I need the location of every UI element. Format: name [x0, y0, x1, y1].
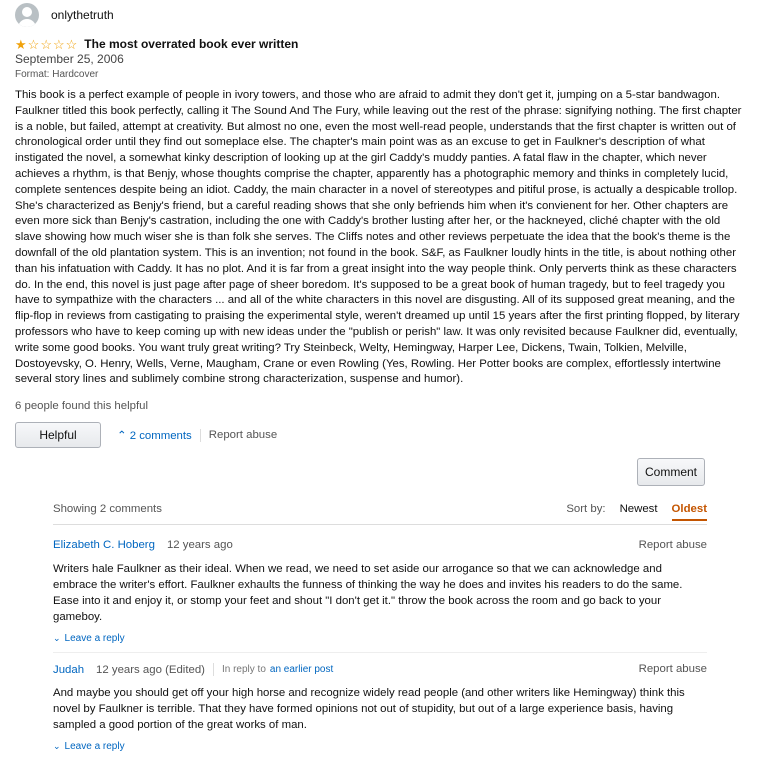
star-empty-icon: ☆: [27, 36, 40, 52]
leave-reply-label: Leave a reply: [64, 633, 125, 644]
chevron-down-icon: ⌄: [53, 741, 61, 751]
comment-text: Writers hale Faulkner as their ideal. Wh…: [53, 563, 683, 623]
comments-header: Showing 2 comments Sort by: Newest Oldes…: [53, 496, 707, 525]
review-date: September 25, 2006: [15, 52, 124, 66]
review-actions: ⌃ 2 comments Report abuse: [117, 428, 277, 442]
comment-author[interactable]: Elizabeth C. Hoberg: [53, 539, 155, 551]
review-format: Format: Hardcover: [15, 69, 99, 80]
sort-newest[interactable]: Newest: [620, 503, 658, 521]
comment-item: Elizabeth C. Hoberg 12 years ago Report …: [53, 525, 707, 653]
in-reply-label: In reply to: [221, 664, 266, 675]
sort-control: Sort by: Newest Oldest: [566, 503, 707, 521]
leave-reply-link[interactable]: ⌄ Leave a reply: [53, 741, 707, 752]
review-title[interactable]: The most overrated book ever written: [84, 37, 298, 51]
comment-meta: Elizabeth C. Hoberg 12 years ago Report …: [53, 535, 707, 555]
chevron-up-icon: ⌃: [117, 430, 127, 442]
star-rating[interactable]: ★ ☆ ☆ ☆ ☆: [15, 38, 78, 51]
review-author[interactable]: onlythetruth: [15, 2, 114, 28]
report-abuse-link[interactable]: Report abuse: [209, 429, 277, 441]
comments-section: Showing 2 comments Sort by: Newest Oldes…: [53, 496, 707, 760]
report-abuse-link[interactable]: Report abuse: [639, 539, 707, 551]
comment-meta: Judah 12 years ago (Edited) In reply to …: [53, 659, 707, 679]
chevron-down-icon: ⌄: [53, 633, 61, 643]
leave-reply-label: Leave a reply: [64, 741, 125, 752]
comments-count: Showing 2 comments: [53, 503, 162, 515]
star-empty-icon: ☆: [65, 36, 78, 52]
comment-time: 12 years ago: [166, 539, 233, 551]
divider: [199, 428, 201, 442]
helpful-count: 6 people found this helpful: [15, 400, 148, 412]
rating-row: ★ ☆ ☆ ☆ ☆ The most overrated book ever w…: [15, 37, 298, 51]
in-reply-link[interactable]: an earlier post: [270, 664, 333, 675]
report-abuse-link[interactable]: Report abuse: [639, 663, 707, 675]
review-body: This book is a perfect example of people…: [15, 89, 742, 386]
comment-item: Judah 12 years ago (Edited) In reply to …: [53, 653, 707, 752]
star-empty-icon: ☆: [40, 36, 52, 52]
comment-button[interactable]: Comment: [637, 458, 705, 486]
author-name[interactable]: onlythetruth: [51, 8, 114, 22]
divider: [212, 663, 214, 676]
comments-link-label: 2 comments: [129, 430, 192, 442]
sort-label: Sort by:: [566, 503, 606, 515]
comment-author[interactable]: Judah: [53, 664, 84, 676]
comment-time: 12 years ago (Edited): [96, 663, 205, 676]
sort-oldest[interactable]: Oldest: [671, 503, 707, 521]
star-empty-icon: ☆: [52, 36, 65, 52]
comment-text: And maybe you should get off your high h…: [53, 687, 685, 731]
avatar: [15, 3, 39, 27]
comments-toggle[interactable]: ⌃ 2 comments: [117, 428, 192, 442]
star-filled-icon: ★: [15, 36, 27, 52]
leave-reply-link[interactable]: ⌄ Leave a reply: [53, 633, 707, 644]
helpful-button[interactable]: Helpful: [15, 422, 101, 448]
